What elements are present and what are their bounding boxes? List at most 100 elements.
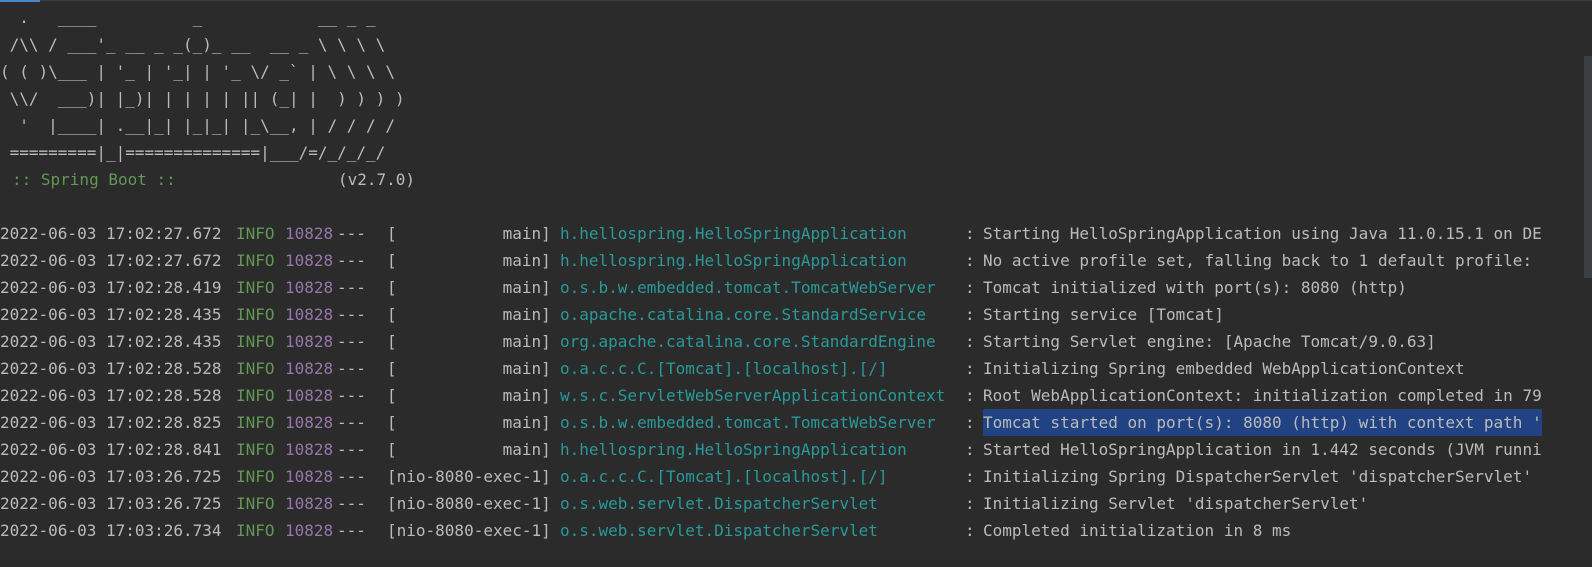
log-separator: --- (337, 305, 366, 324)
log-level: INFO (236, 332, 275, 351)
banner-line: ' |____| .__|_| |_|_| |_\__, | / / / / (0, 116, 395, 135)
log-message: Starting service [Tomcat] (983, 305, 1224, 324)
log-logger: h.hellospring.HelloSpringApplication (560, 224, 907, 243)
log-thread: [nio-8080-exec-1] (387, 521, 551, 540)
log-thread: [ main] (387, 251, 551, 270)
log-thread: [nio-8080-exec-1] (387, 494, 551, 513)
log-pid: 10828 (285, 413, 334, 432)
log-colon: : (965, 494, 975, 513)
log-logger: h.hellospring.HelloSpringApplication (560, 251, 907, 270)
log-logger: w.s.c.ServletWebServerApplicationContext (560, 386, 946, 405)
log-thread: [ main] (387, 440, 551, 459)
log-message: Starting Servlet engine: [Apache Tomcat/… (983, 332, 1436, 351)
log-message: Tomcat initialized with port(s): 8080 (h… (983, 278, 1407, 297)
banner-line: /\\ / ___'_ __ _ _(_)_ __ __ _ \ \ \ \ (0, 35, 386, 54)
log-thread: [ main] (387, 359, 551, 378)
log-pid: 10828 (285, 278, 334, 297)
log-level: INFO (236, 521, 275, 540)
log-pid: 10828 (285, 224, 334, 243)
log-thread: [ main] (387, 278, 551, 297)
log-logger: o.a.c.c.C.[Tomcat].[localhost].[/] (560, 467, 888, 486)
log-thread: [ main] (387, 413, 551, 432)
log-timestamp: 2022-06-03 17:03:26.725 (0, 494, 222, 513)
log-colon: : (965, 305, 975, 324)
log-separator: --- (337, 494, 366, 513)
log-level: INFO (236, 305, 275, 324)
log-message: No active profile set, falling back to 1… (983, 251, 1533, 270)
log-level: INFO (236, 386, 275, 405)
log-separator: --- (337, 359, 366, 378)
log-colon: : (965, 251, 975, 270)
log-timestamp: 2022-06-03 17:02:28.435 (0, 332, 222, 351)
vertical-scrollbar[interactable] (1584, 56, 1592, 278)
log-colon: : (965, 278, 975, 297)
log-logger: o.a.c.c.C.[Tomcat].[localhost].[/] (560, 359, 888, 378)
log-logger: o.s.b.w.embedded.tomcat.TomcatWebServer (560, 413, 936, 432)
log-logger: org.apache.catalina.core.StandardEngine (560, 332, 936, 351)
log-separator: --- (337, 278, 366, 297)
banner-line: \\/ ___)| |_)| | | | | || (_| | ) ) ) ) (0, 89, 405, 108)
log-timestamp: 2022-06-03 17:02:28.419 (0, 278, 222, 297)
log-level: INFO (236, 224, 275, 243)
banner-line: ( ( )\___ | '_ | '_| | '_ \/ _` | \ \ \ … (0, 62, 395, 81)
log-level: INFO (236, 359, 275, 378)
log-pid: 10828 (285, 440, 334, 459)
log-colon: : (965, 440, 975, 459)
log-level: INFO (236, 494, 275, 513)
log-pid: 10828 (285, 359, 334, 378)
log-colon: : (965, 386, 975, 405)
log-separator: --- (337, 251, 366, 270)
banner-line: . ____ _ __ _ _ (0, 8, 376, 27)
log-timestamp: 2022-06-03 17:02:28.528 (0, 359, 222, 378)
log-timestamp: 2022-06-03 17:03:26.725 (0, 467, 222, 486)
log-colon: : (965, 359, 975, 378)
log-message: Completed initialization in 8 ms (983, 521, 1292, 540)
log-timestamp: 2022-06-03 17:02:28.528 (0, 386, 222, 405)
log-level: INFO (236, 413, 275, 432)
log-pid: 10828 (285, 467, 334, 486)
log-logger: o.s.web.servlet.DispatcherServlet (560, 494, 878, 513)
log-timestamp: 2022-06-03 17:02:28.841 (0, 440, 222, 459)
log-level: INFO (236, 467, 275, 486)
spring-boot-label: :: Spring Boot :: (12, 170, 176, 189)
log-separator: --- (337, 224, 366, 243)
log-timestamp: 2022-06-03 17:02:27.672 (0, 251, 222, 270)
log-pid: 10828 (285, 386, 334, 405)
log-logger: o.s.b.w.embedded.tomcat.TomcatWebServer (560, 278, 936, 297)
log-message: Initializing Spring embedded WebApplicat… (983, 359, 1465, 378)
log-colon: : (965, 413, 975, 432)
log-logger: h.hellospring.HelloSpringApplication (560, 440, 907, 459)
log-colon: : (965, 332, 975, 351)
log-thread: [ main] (387, 332, 551, 351)
log-separator: --- (337, 440, 366, 459)
log-message: Initializing Spring DispatcherServlet 'd… (983, 467, 1533, 486)
active-tab-indicator (0, 0, 40, 2)
log-level: INFO (236, 251, 275, 270)
log-logger: o.s.web.servlet.DispatcherServlet (560, 521, 878, 540)
log-thread: [nio-8080-exec-1] (387, 467, 551, 486)
log-separator: --- (337, 521, 366, 540)
console-top-border (0, 0, 1592, 1)
log-message-selected: Tomcat started on port(s): 8080 (http) w… (983, 409, 1542, 436)
log-level: INFO (236, 440, 275, 459)
log-message: Started HelloSpringApplication in 1.442 … (983, 440, 1542, 459)
log-message: Initializing Servlet 'dispatcherServlet' (983, 494, 1369, 513)
log-thread: [ main] (387, 386, 551, 405)
spring-boot-version-line: :: Spring Boot :: (v2.7.0) (12, 166, 415, 193)
log-timestamp: 2022-06-03 17:02:28.825 (0, 413, 222, 432)
log-colon: : (965, 224, 975, 243)
log-separator: --- (337, 386, 366, 405)
log-logger: o.apache.catalina.core.StandardService (560, 305, 927, 324)
log-pid: 10828 (285, 494, 334, 513)
log-timestamp: 2022-06-03 17:02:28.435 (0, 305, 222, 324)
log-pid: 10828 (285, 332, 334, 351)
log-thread: [ main] (387, 305, 551, 324)
console-output[interactable]: . ____ _ __ _ _ /\\ / ___'_ __ _ _(_)_ _… (0, 0, 1592, 567)
log-message: Starting HelloSpringApplication using Ja… (983, 224, 1542, 243)
log-colon: : (965, 467, 975, 486)
log-pid: 10828 (285, 305, 334, 324)
log-pid: 10828 (285, 251, 334, 270)
log-timestamp: 2022-06-03 17:02:27.672 (0, 224, 222, 243)
log-separator: --- (337, 332, 366, 351)
log-separator: --- (337, 467, 366, 486)
